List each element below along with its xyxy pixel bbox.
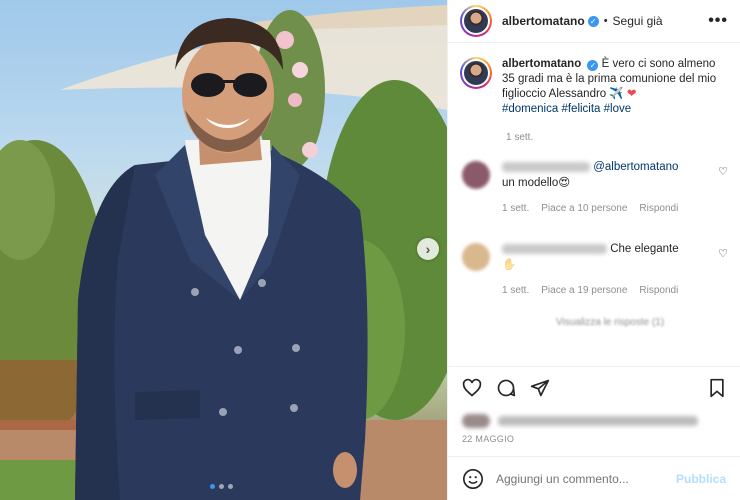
carousel-dots	[210, 484, 233, 489]
reply-button[interactable]: Rispondi	[639, 201, 678, 217]
like-comment-heart-icon[interactable]: ♡	[718, 165, 728, 178]
caption-time[interactable]: 1 sett.	[506, 132, 728, 143]
username-link[interactable]: albertomatano	[502, 14, 585, 28]
caption-hashtags[interactable]: #domenica #felicita #love	[502, 103, 631, 115]
blurred-username[interactable]	[502, 243, 607, 254]
separator: •	[603, 15, 608, 27]
avatar[interactable]	[460, 5, 492, 37]
post-actions	[448, 366, 740, 408]
reply-button[interactable]: Rispondi	[639, 283, 678, 299]
comment-item: Che elegante ✋ 1 sett. Piace a 19 person…	[460, 241, 728, 299]
blurred-likes-text	[498, 416, 698, 426]
post-photo[interactable]: ›	[0, 0, 447, 500]
like-comment-heart-icon[interactable]: ♡	[718, 247, 728, 260]
caption-username[interactable]: albertomatano	[502, 58, 581, 70]
comment-time[interactable]: 1 sett.	[502, 201, 529, 217]
likes-summary[interactable]	[448, 408, 740, 434]
comment-text: Che elegante	[610, 243, 679, 255]
post-header: albertomatano ✓ • Segui già •••	[448, 0, 740, 43]
avatar[interactable]	[462, 243, 490, 271]
avatar[interactable]	[462, 161, 490, 189]
comment-time[interactable]: 1 sett.	[502, 283, 529, 299]
caption: albertomatano ✓ È vero ci sono almeno 35…	[460, 57, 728, 117]
heart-icon[interactable]	[462, 378, 482, 398]
heart-emoji-icon: ❤	[626, 88, 637, 100]
chevron-right-icon: ›	[425, 241, 431, 257]
verified-badge-icon: ✓	[587, 15, 599, 27]
avatar[interactable]	[460, 57, 492, 89]
comment-likes[interactable]: Piace a 10 persone	[541, 201, 627, 217]
bookmark-icon[interactable]	[708, 378, 726, 398]
emoji-icon[interactable]	[462, 468, 484, 490]
blurred-username[interactable]	[502, 161, 590, 172]
comment-likes[interactable]: Piace a 19 persone	[541, 283, 627, 299]
publish-button[interactable]: Pubblica	[676, 472, 726, 486]
carousel-next-button[interactable]: ›	[417, 238, 439, 260]
comment-mention[interactable]: @albertomatano	[593, 161, 678, 173]
view-replies-link[interactable]: Visualizza le risposte (1)	[556, 317, 728, 328]
liker-avatars	[462, 414, 490, 428]
comment-icon[interactable]	[496, 378, 516, 398]
carousel-dot	[219, 484, 224, 489]
share-icon[interactable]	[530, 378, 550, 398]
following-button[interactable]: Segui già	[613, 14, 663, 28]
comment-input[interactable]	[496, 471, 676, 486]
instagram-post: › albertomatano ✓ • Segui già ••• albert…	[0, 0, 740, 500]
comments-section[interactable]: albertomatano ✓ È vero ci sono almeno 35…	[448, 43, 740, 366]
comment-text: un modello😍	[502, 177, 571, 189]
verified-badge-icon: ✓	[587, 60, 599, 71]
comment-item: @albertomatano un modello😍 1 sett. Piace…	[460, 159, 728, 217]
more-options-icon[interactable]: •••	[708, 12, 728, 30]
carousel-dot	[228, 484, 233, 489]
carousel-dot	[210, 484, 215, 489]
comment-emoji: ✋	[502, 259, 517, 271]
add-comment-bar: Pubblica	[448, 456, 740, 500]
photo-illustration	[0, 5, 447, 500]
post-side-panel: albertomatano ✓ • Segui già ••• albertom…	[447, 0, 740, 500]
post-date[interactable]: 22 MAGGIO	[448, 434, 740, 456]
